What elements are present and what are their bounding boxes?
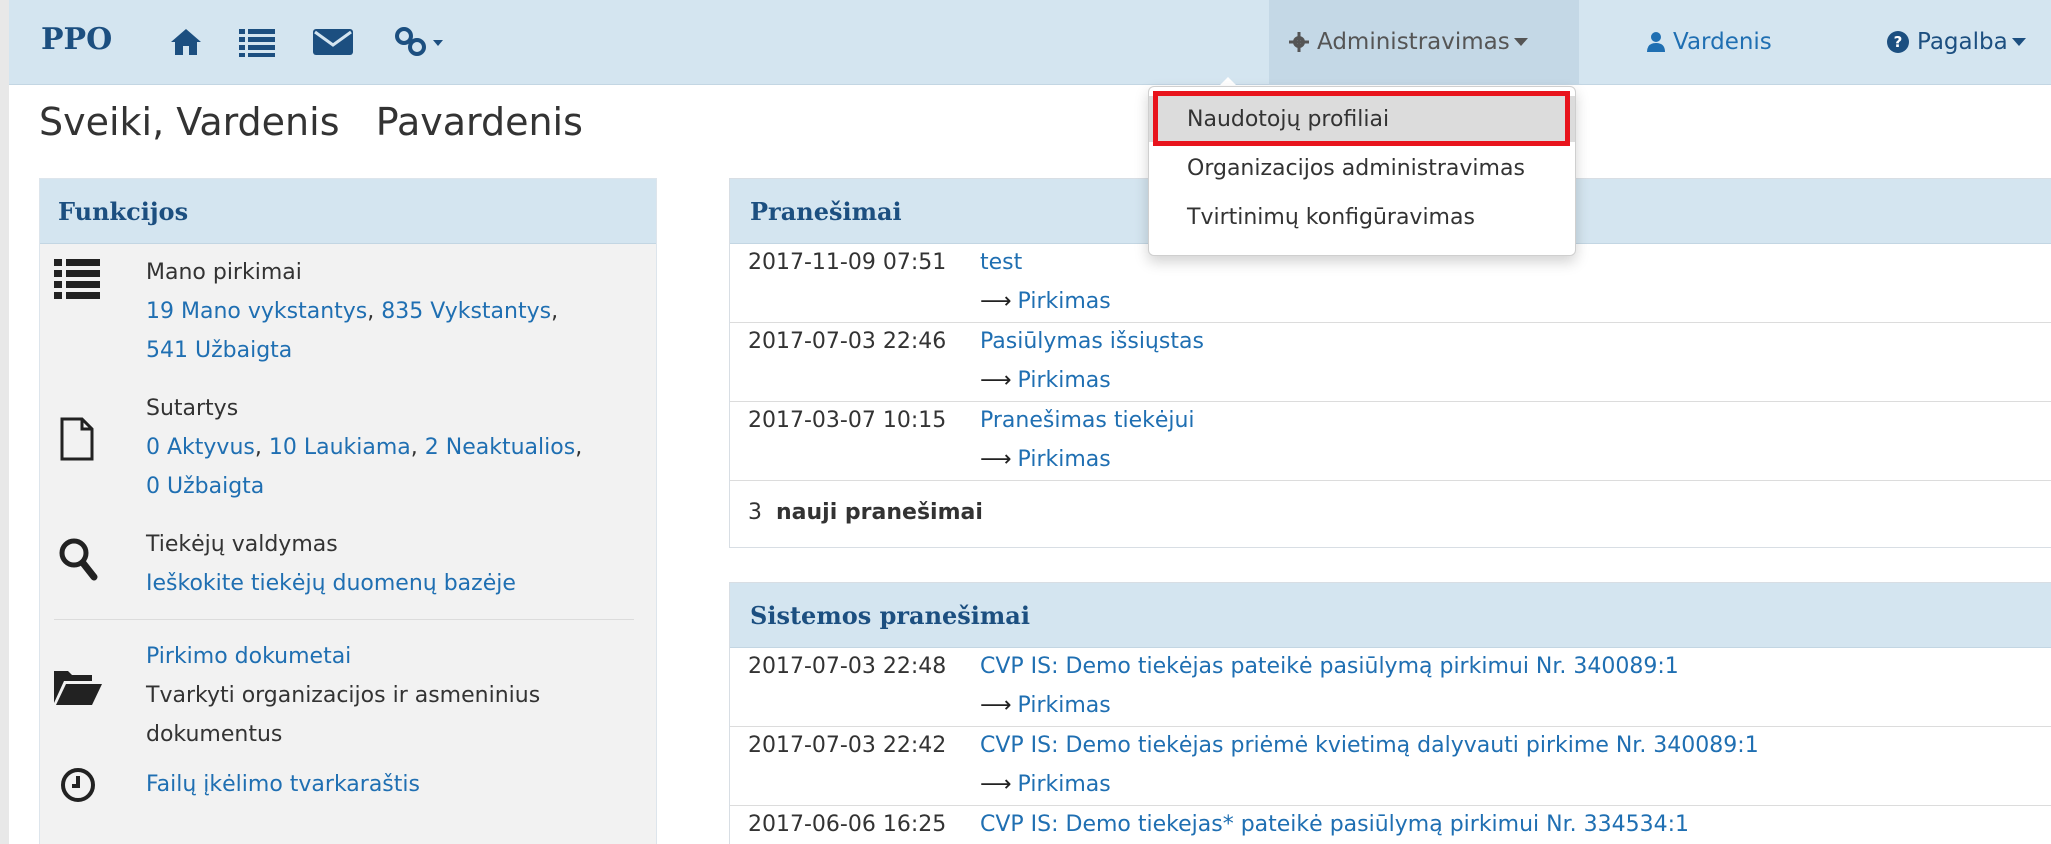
admin-menu-label: Administravimas xyxy=(1317,29,1510,55)
folder-open-icon xyxy=(54,667,102,711)
functions-panel: Funkcijos Mano pirkimai 19 Mano vykstant… xyxy=(39,178,657,844)
documents-link[interactable]: Pirkimo dokumetai xyxy=(146,644,351,669)
documents-section: Pirkimo dokumetai Tvarkyti organizacijos… xyxy=(40,637,656,757)
system-notification-date: 2017-06-06 16:25 xyxy=(748,812,947,837)
contracts-completed-link[interactable]: 0 Užbaigta xyxy=(146,474,264,499)
contracts-pending-link[interactable]: 10 Laukiama xyxy=(269,435,411,460)
system-notification-message-link[interactable]: CVP IS: Demo tiekėjas priėmė kvietimą da… xyxy=(980,733,1759,758)
notification-date: 2017-07-03 22:46 xyxy=(748,329,947,354)
menu-item-user-profiles[interactable]: Naudotojų profiliai xyxy=(1149,96,1575,142)
contracts-active-link[interactable]: 0 Aktyvus xyxy=(146,435,255,460)
arrow-right-icon: ⟶ xyxy=(980,693,1012,718)
notification-sub[interactable]: ⟶ Pirkimas xyxy=(980,368,1111,393)
menu-item-approval-config[interactable]: Tvirtinimų konfigūravimas xyxy=(1149,194,1575,240)
purchases-completed-link[interactable]: 541 Užbaigta xyxy=(146,338,292,363)
home-icon[interactable] xyxy=(169,22,203,62)
list-icon[interactable] xyxy=(239,22,275,62)
caret-down-icon xyxy=(2011,38,2026,46)
notification-row: 2017-07-03 22:46 Pasiūlymas išsiųstas ⟶ P… xyxy=(730,323,2051,402)
system-notification-row: 2017-07-03 22:48 CVP IS: Demo tiekėjas p… xyxy=(730,648,2051,727)
schedule-section: Failų įkėlimo tvarkaraštis xyxy=(40,767,656,827)
notifications-count-number: 3 xyxy=(748,499,762,525)
system-notification-date: 2017-07-03 22:42 xyxy=(748,733,947,758)
contracts-irrelevant-link[interactable]: 2 Neaktualios xyxy=(425,435,575,460)
purchases-section: Mano pirkimai 19 Mano vykstantys, 835 Vy… xyxy=(40,253,656,383)
system-notification-message-link[interactable]: CVP IS: Demo tiekejas* pateikė pasiūlymą… xyxy=(980,812,1689,837)
notification-sub[interactable]: ⟶ Pirkimas xyxy=(980,289,1111,314)
user-menu[interactable]: Vardenis xyxy=(1627,0,1792,84)
section-divider xyxy=(54,619,634,620)
notifications-count-label: nauji pranešimai xyxy=(776,499,983,525)
search-icon xyxy=(58,537,98,585)
notification-sub-link[interactable]: Pirkimas xyxy=(1018,368,1111,393)
notification-date: 2017-03-07 10:15 xyxy=(748,408,947,433)
system-notification-sub[interactable]: ⟶ Pirkimas xyxy=(980,772,1111,797)
app-frame: PPO Administravimas Vardenis ? Pagalba S… xyxy=(9,0,2051,844)
user-icon xyxy=(1647,32,1665,52)
system-notification-date: 2017-07-03 22:48 xyxy=(748,654,947,679)
contracts-title: Sutartys xyxy=(146,396,239,421)
suppliers-section: Tiekėjų valdymas Ieškokite tiekėjų duome… xyxy=(40,525,656,605)
admin-menu-toggle[interactable]: Administravimas xyxy=(1269,0,1579,84)
system-notifications-panel: Sistemos pranešimai 2017-07-03 22:48 CVP… xyxy=(729,582,2051,844)
notification-date: 2017-11-09 07:51 xyxy=(748,250,947,275)
contracts-section: Sutartys 0 Aktyvus, 10 Laukiama, 2 Neakt… xyxy=(40,389,656,519)
user-menu-label: Vardenis xyxy=(1673,29,1772,55)
help-menu[interactable]: ? Pagalba xyxy=(1867,0,2046,84)
suppliers-title: Tiekėjų valdymas xyxy=(146,532,338,557)
menu-item-organization-admin[interactable]: Organizacijos administravimas xyxy=(1149,145,1575,191)
clock-icon xyxy=(60,767,96,807)
system-notification-message-link[interactable]: CVP IS: Demo tiekėjas pateikė pasiūlymą … xyxy=(980,654,1679,679)
purchases-ongoing-link[interactable]: 835 Vykstantys xyxy=(381,299,551,324)
arrow-right-icon: ⟶ xyxy=(980,447,1012,472)
functions-panel-title: Funkcijos xyxy=(40,179,656,244)
link-icon[interactable] xyxy=(393,22,445,62)
arrow-right-icon: ⟶ xyxy=(980,368,1012,393)
caret-down-icon xyxy=(1513,38,1528,46)
brand-logo[interactable]: PPO xyxy=(41,22,112,57)
top-navbar: PPO Administravimas Vardenis ? Pagalba xyxy=(9,0,2051,85)
purchases-title: Mano pirkimai xyxy=(146,260,302,285)
notification-message-link[interactable]: Pasiūlymas išsiųstas xyxy=(980,329,1204,354)
list-icon xyxy=(54,259,100,303)
notification-sub[interactable]: ⟶ Pirkimas xyxy=(980,447,1111,472)
help-menu-label: Pagalba xyxy=(1917,29,2008,55)
system-notifications-title: Sistemos pranešimai xyxy=(730,583,2051,648)
system-notification-sub-link[interactable]: Pirkimas xyxy=(1018,693,1111,718)
notifications-count: 3 nauji pranešimai xyxy=(730,481,2051,543)
notification-message-link[interactable]: test xyxy=(980,250,1022,275)
system-notification-row: 2017-06-06 16:25 CVP IS: Demo tiekejas* … xyxy=(730,806,2051,844)
notification-sub-link[interactable]: Pirkimas xyxy=(1018,289,1111,314)
question-circle-icon: ? xyxy=(1887,31,1909,53)
system-notification-row: 2017-07-03 22:42 CVP IS: Demo tiekėjas p… xyxy=(730,727,2051,806)
system-notification-sub[interactable]: ⟶ Pirkimas xyxy=(980,693,1111,718)
svg-text:?: ? xyxy=(1894,33,1903,51)
arrow-right-icon: ⟶ xyxy=(980,772,1012,797)
notification-row: 2017-03-07 10:15 Pranešimas tiekėjui ⟶ Pi… xyxy=(730,402,2051,481)
documents-description: Tvarkyti organizacijos ir asmeninius dok… xyxy=(146,683,541,747)
purchases-my-ongoing-link[interactable]: 19 Mano vykstantys xyxy=(146,299,367,324)
notification-message-link[interactable]: Pranešimas tiekėjui xyxy=(980,408,1195,433)
notification-sub-link[interactable]: Pirkimas xyxy=(1018,447,1111,472)
admin-dropdown-menu: Naudotojų profiliai Organizacijos admini… xyxy=(1148,86,1576,256)
schedule-link[interactable]: Failų įkėlimo tvarkaraštis xyxy=(146,772,420,797)
arrow-right-icon: ⟶ xyxy=(980,289,1012,314)
system-notification-sub-link[interactable]: Pirkimas xyxy=(1018,772,1111,797)
greeting-text: Sveiki, Vardenis Pavardenis xyxy=(39,100,583,144)
suppliers-search-link[interactable]: Ieškokite tiekėjų duomenų bazėje xyxy=(146,571,516,596)
gear-icon xyxy=(1289,32,1309,52)
envelope-icon[interactable] xyxy=(313,22,353,62)
file-icon xyxy=(60,417,94,465)
